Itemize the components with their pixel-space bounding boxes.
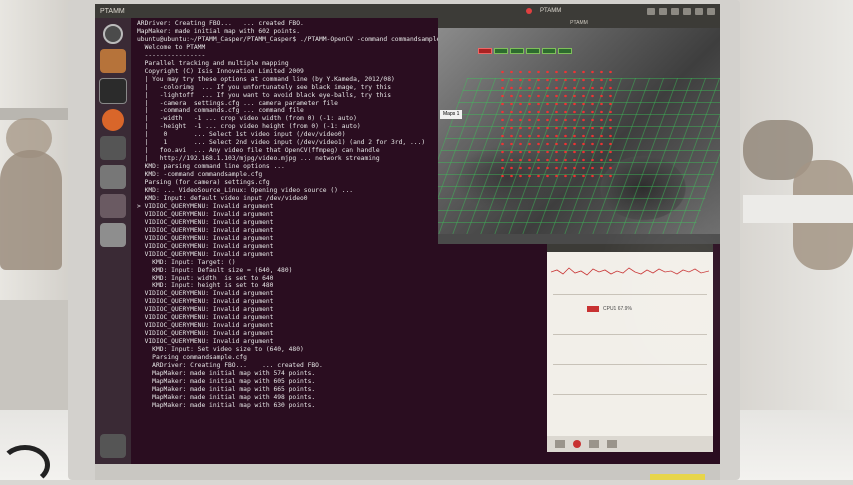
monitor-screen: PTAMM PTAMM ARDriver: Creating FBO... ..… xyxy=(95,4,720,464)
system-monitor-title xyxy=(547,244,713,252)
disk-icon[interactable] xyxy=(100,223,126,247)
ptamm-window-title: PTAMM xyxy=(438,18,720,28)
toolbar-icon[interactable] xyxy=(555,440,565,448)
cpu-legend-text: CPU1 67.9% xyxy=(603,306,632,312)
terminal-line: VIDIOC_QUERYMENU: Invalid argument xyxy=(137,338,274,346)
files-icon[interactable] xyxy=(100,49,126,73)
terminal-line: MapMaker: made initial map with 605 poin… xyxy=(137,377,316,385)
terminal-line: VIDIOC_QUERYMENU: Invalid argument xyxy=(137,306,274,314)
terminal-line: VIDIOC_QUERYMENU: Invalid argument xyxy=(137,290,274,298)
terminal-line: VIDIOC_QUERYMENU: Invalid argument xyxy=(137,330,274,338)
monitor-chin xyxy=(95,464,720,480)
terminal-line: ARDriver: Creating FBO... ... created FB… xyxy=(137,361,323,369)
map-points xyxy=(498,68,618,178)
top-panel: PTAMM PTAMM xyxy=(95,4,720,18)
graph-gridline xyxy=(553,334,707,335)
cpu-legend-swatch xyxy=(587,306,599,312)
terminal-line: VIDIOC_QUERYMENU: Invalid argument xyxy=(137,322,274,330)
terminal-line: VIDIOC_QUERYMENU: Invalid argument xyxy=(137,250,274,258)
terminal-line: VIDIOC_QUERYMENU: Invalid argument xyxy=(137,314,274,322)
cable xyxy=(0,445,50,485)
graph-gridline xyxy=(553,294,707,295)
battery-icon[interactable] xyxy=(683,7,691,15)
terminal-line: MapMaker: made initial map with 665 poin… xyxy=(137,385,316,393)
terminal-line: KMD: Input: Set video size to (640, 480) xyxy=(137,346,304,354)
ptamm-menu-item[interactable] xyxy=(542,48,556,54)
graph-toolbar xyxy=(547,436,713,452)
network-icon[interactable] xyxy=(647,7,655,15)
room-chair xyxy=(0,150,62,270)
record-icon xyxy=(526,8,532,14)
trash-icon[interactable] xyxy=(100,434,126,458)
terminal-line: MapMaker: made initial map with 498 poin… xyxy=(137,393,316,401)
ptamm-menu-item[interactable] xyxy=(494,48,508,54)
dash-icon[interactable] xyxy=(103,24,123,44)
map-label: Maps 1 xyxy=(440,110,463,119)
window-title: PTAMM xyxy=(100,7,125,15)
ptamm-menu xyxy=(478,48,572,54)
room-desk xyxy=(743,195,853,223)
terminal-line: VIDIOC_QUERYMENU: Invalid argument xyxy=(137,298,274,306)
terminal-icon[interactable] xyxy=(99,78,127,104)
keyboard-icon[interactable] xyxy=(671,7,679,15)
graph-gridline xyxy=(553,364,707,365)
ptamm-menu-item[interactable] xyxy=(478,48,492,54)
terminal-line: KMD: Input: height is set to 480 xyxy=(137,282,274,290)
volume-icon[interactable] xyxy=(695,7,703,15)
system-monitor-icon[interactable] xyxy=(100,136,126,160)
toolbar-icon[interactable] xyxy=(607,440,617,448)
indicator-area xyxy=(647,7,715,15)
launcher xyxy=(95,18,131,464)
terminal-line: MapMaker: made initial map with 630 poin… xyxy=(137,401,316,409)
ptamm-menu-item[interactable] xyxy=(526,48,540,54)
cpu-history-line xyxy=(551,267,709,276)
terminal-line: MapMaker: made initial map with 574 poin… xyxy=(137,369,316,377)
power-icon[interactable] xyxy=(707,7,715,15)
terminal-line: KMD: Input: width is set to 640 xyxy=(137,274,274,282)
app-label: PTAMM xyxy=(540,8,562,14)
tracking-status xyxy=(438,234,720,244)
monitor-logo xyxy=(650,474,705,480)
ptamm-window[interactable]: PTAMM Maps 1 xyxy=(438,18,720,244)
ptamm-menu-item[interactable] xyxy=(510,48,524,54)
terminal-line: KMD: Input: Default size = (640, 480) xyxy=(137,266,293,274)
settings-icon[interactable] xyxy=(100,165,126,189)
camera-view[interactable]: Maps 1 xyxy=(438,28,720,234)
ptamm-menu-item[interactable] xyxy=(558,48,572,54)
record-icon[interactable] xyxy=(573,440,581,448)
cpu-history-graph xyxy=(551,267,709,276)
terminal-line: Parsing commandsample.cfg xyxy=(137,354,247,362)
system-monitor-window[interactable]: CPU1 67.9% xyxy=(547,244,713,452)
terminal-line: KMD: Input: Target: () xyxy=(137,258,236,266)
workspace-icon[interactable] xyxy=(100,194,126,218)
firefox-icon[interactable] xyxy=(102,109,124,131)
graph-gridline xyxy=(553,394,707,395)
toolbar-icon[interactable] xyxy=(589,440,599,448)
mail-icon[interactable] xyxy=(659,7,667,15)
cpu-legend: CPU1 67.9% xyxy=(587,306,632,312)
